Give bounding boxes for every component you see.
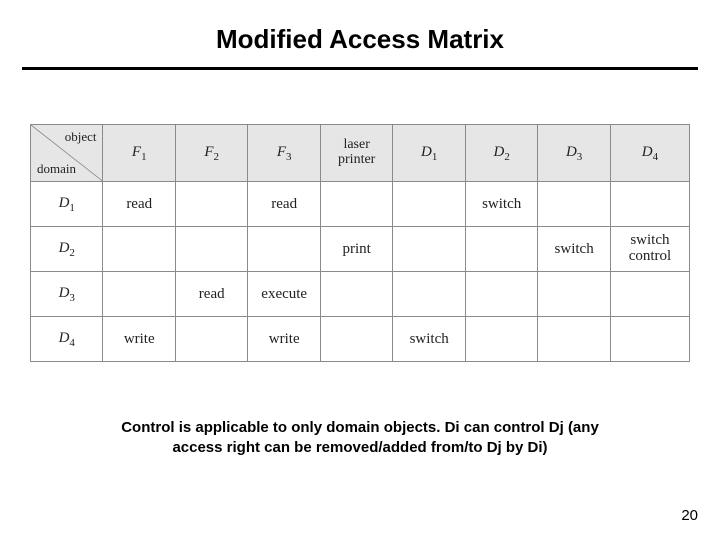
col-header-d2: D2	[465, 125, 537, 182]
col-header-d4: D4	[610, 125, 689, 182]
caption-line2: access right can be removed/added from/t…	[172, 439, 547, 456]
col-header-f1: F1	[103, 125, 175, 182]
col-header-d3: D3	[538, 125, 610, 182]
col-header-d1: D1	[393, 125, 465, 182]
corner-cell: object domain	[31, 125, 103, 182]
cell	[610, 272, 689, 317]
cell	[393, 272, 465, 317]
table-row: D1 read read switch	[31, 182, 690, 227]
slide: Modified Access Matrix object domain F1	[0, 0, 720, 540]
cell: switch	[393, 317, 465, 362]
cell: switch	[538, 227, 610, 272]
cell	[538, 317, 610, 362]
cell: print	[320, 227, 392, 272]
cell	[175, 227, 247, 272]
row-header-d3: D3	[31, 272, 103, 317]
cell: execute	[248, 272, 320, 317]
cell: write	[103, 317, 175, 362]
cell: read	[175, 272, 247, 317]
cell	[175, 182, 247, 227]
col-header-f3: F3	[248, 125, 320, 182]
cell: read	[103, 182, 175, 227]
table-row: D4 write write switch	[31, 317, 690, 362]
cell	[248, 227, 320, 272]
row-header-d2: D2	[31, 227, 103, 272]
table-row: D3 read execute	[31, 272, 690, 317]
cell	[103, 272, 175, 317]
matrix-body: D1 read read switch D2 print	[31, 182, 690, 362]
caption: Control is applicable to only domain obj…	[60, 418, 660, 459]
row-header-d4: D4	[31, 317, 103, 362]
title-underline	[22, 67, 698, 70]
corner-domain-label: domain	[37, 161, 76, 177]
table-row: D2 print switch switchcontrol	[31, 227, 690, 272]
cell	[610, 317, 689, 362]
cell: write	[248, 317, 320, 362]
cell	[393, 227, 465, 272]
cell: switch	[465, 182, 537, 227]
matrix-table-wrap: object domain F1 F2 F3 laserprinter D1 D…	[30, 124, 690, 362]
cell	[320, 182, 392, 227]
cell	[393, 182, 465, 227]
header-row: object domain F1 F2 F3 laserprinter D1 D…	[31, 125, 690, 182]
cell: switchcontrol	[610, 227, 689, 272]
col-header-f2: F2	[175, 125, 247, 182]
cell	[538, 272, 610, 317]
caption-line1: Control is applicable to only domain obj…	[121, 419, 599, 436]
cell	[465, 227, 537, 272]
cell	[610, 182, 689, 227]
access-matrix-table: object domain F1 F2 F3 laserprinter D1 D…	[30, 124, 690, 362]
cell	[175, 317, 247, 362]
slide-title: Modified Access Matrix	[0, 0, 720, 67]
cell	[465, 272, 537, 317]
cell	[465, 317, 537, 362]
cell	[320, 317, 392, 362]
cell	[538, 182, 610, 227]
cell: read	[248, 182, 320, 227]
cell	[103, 227, 175, 272]
page-number: 20	[681, 507, 698, 524]
corner-object-label: object	[65, 129, 97, 145]
row-header-d1: D1	[31, 182, 103, 227]
cell	[320, 272, 392, 317]
col-header-laser-printer: laserprinter	[320, 125, 392, 182]
